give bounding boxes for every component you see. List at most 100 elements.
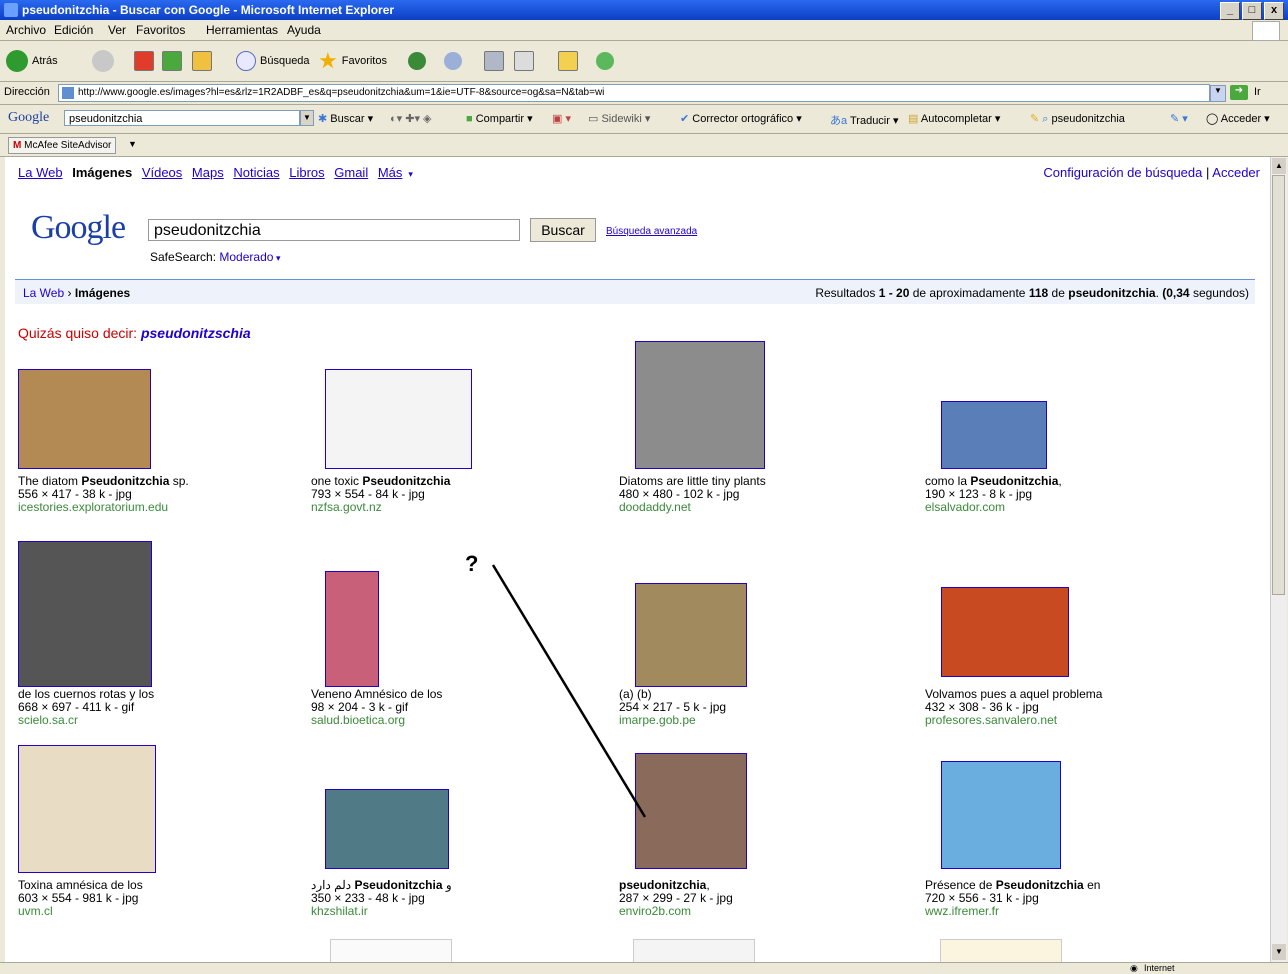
google-toolbar-buscar[interactable]: ✱ Buscar ▾ <box>318 112 373 125</box>
search-button[interactable]: Búsqueda <box>236 49 310 73</box>
edit-button[interactable] <box>514 49 534 73</box>
nav-more[interactable]: Más <box>378 165 403 180</box>
history-button[interactable] <box>408 49 426 73</box>
vertical-scrollbar[interactable]: ▲ ▼ <box>1270 157 1287 962</box>
menu-archivo[interactable]: Archivo <box>6 23 46 37</box>
mcafee-siteadvisor-button[interactable]: M McAfee SiteAdvisor <box>8 137 117 154</box>
address-input[interactable]: http://www.google.es/images?hl=es&rlz=1R… <box>58 84 1210 102</box>
breadcrumb-web[interactable]: La Web <box>23 286 64 300</box>
google-toolbar-search-input[interactable]: pseudonitzchia <box>64 110 300 126</box>
back-button[interactable]: Atrás <box>6 49 58 73</box>
google-toolbar-icons[interactable]: ◐▾ ✚▾ ◈ <box>390 112 431 125</box>
result-thumbnail[interactable] <box>635 341 765 469</box>
nav-videos[interactable]: Vídeos <box>142 165 182 180</box>
maximize-button[interactable]: □ <box>1242 2 1262 20</box>
result-site[interactable]: icestories.exploratorium.edu <box>18 501 189 514</box>
print-button[interactable] <box>484 49 504 73</box>
partial-thumb[interactable] <box>633 939 755 962</box>
result-site[interactable]: scielo.sa.cr <box>18 714 154 727</box>
result-thumbnail[interactable] <box>941 761 1061 869</box>
partial-thumb[interactable] <box>940 939 1062 962</box>
scroll-up-icon[interactable]: ▲ <box>1272 158 1286 174</box>
forward-button[interactable] <box>92 49 114 73</box>
menu-ayuda[interactable]: Ayuda <box>287 23 321 37</box>
advanced-search-link[interactable]: Búsqueda avanzada <box>606 226 697 237</box>
nav-books[interactable]: Libros <box>289 165 324 180</box>
result-site[interactable]: uvm.cl <box>18 905 143 918</box>
stats-query: pseudonitzchia <box>1068 286 1156 300</box>
did-you-mean-link[interactable]: pseudonitzschia <box>141 325 251 341</box>
history-icon <box>408 52 426 70</box>
search-submit-button[interactable]: Buscar <box>530 218 596 242</box>
status-bar: ◉ Internet <box>0 962 1288 974</box>
go-button[interactable]: Ir <box>1254 86 1261 98</box>
spellcheck-button[interactable]: ✔ Corrector ortográfico ▾ <box>680 112 802 125</box>
google-toolbar-logo: Google <box>8 110 50 125</box>
result-site[interactable]: salud.bioetica.org <box>311 714 442 727</box>
menu-ver[interactable]: Ver <box>108 23 126 37</box>
compartir-button[interactable]: ■ Compartir ▾ <box>466 112 533 125</box>
settings-wrench-icon[interactable]: ✎ ▾ <box>1170 112 1188 125</box>
result-title-text: Présence de <box>925 878 996 892</box>
autofill-button[interactable]: ▤ Autocompletar ▾ <box>908 112 1000 125</box>
result-site[interactable]: elsalvador.com <box>925 501 1062 514</box>
result-site[interactable]: khzshilat.ir <box>311 905 452 918</box>
close-button[interactable]: x <box>1264 2 1284 20</box>
result-site[interactable]: enviro2b.com <box>619 905 733 918</box>
bookmarks-icon[interactable]: ▣ ▾ <box>552 112 571 125</box>
minimize-button[interactable]: _ <box>1220 2 1240 20</box>
mail-button[interactable] <box>444 49 462 73</box>
settings-link[interactable]: Configuración de búsqueda <box>1043 165 1202 180</box>
search-input[interactable]: pseudonitzchia <box>148 219 520 241</box>
home-icon <box>192 51 212 71</box>
nav-maps[interactable]: Maps <box>192 165 224 180</box>
scroll-thumb[interactable] <box>1272 175 1285 595</box>
scroll-down-icon[interactable]: ▼ <box>1272 944 1286 960</box>
nav-gmail[interactable]: Gmail <box>334 165 368 180</box>
nav-web[interactable]: La Web <box>18 165 63 180</box>
google-toolbar-buscar-label: Buscar <box>330 113 365 125</box>
result-thumbnail[interactable] <box>325 369 472 469</box>
nav-news[interactable]: Noticias <box>233 165 279 180</box>
result-thumbnail[interactable] <box>941 401 1047 469</box>
menu-favoritos[interactable]: Favoritos <box>136 23 185 37</box>
google-toolbar-dropdown-icon[interactable]: ▼ <box>300 110 314 126</box>
address-dropdown-icon[interactable]: ▼ <box>1210 85 1226 102</box>
refresh-button[interactable] <box>162 49 182 73</box>
translate-button[interactable]: あa Traducir ▾ <box>830 112 899 128</box>
result-title-text: one toxic <box>311 474 363 488</box>
result-site[interactable]: doodaddy.net <box>619 501 766 514</box>
result-thumbnail[interactable] <box>325 789 449 869</box>
result-site[interactable]: imarpe.gob.pe <box>619 714 726 727</box>
go-arrow-icon[interactable]: ➜ <box>1230 85 1248 100</box>
menu-edicion[interactable]: Edición <box>54 23 93 37</box>
result-thumbnail[interactable] <box>325 571 379 687</box>
sidewiki-button[interactable]: ▭ Sidewiki ▾ <box>588 112 650 125</box>
result-thumbnail[interactable] <box>941 587 1069 677</box>
result-site[interactable]: wwz.ifremer.fr <box>925 905 1100 918</box>
safesearch-value[interactable]: Moderado <box>219 250 273 264</box>
result-thumbnail[interactable] <box>635 583 747 687</box>
result-site[interactable]: profesores.sanvalero.net <box>925 714 1102 727</box>
messenger-button[interactable] <box>596 49 614 73</box>
home-button[interactable] <box>192 49 212 73</box>
acceder-toolbar-button[interactable]: ◯ Acceder ▾ <box>1206 112 1270 125</box>
result-site[interactable]: nzfsa.govt.nz <box>311 501 450 514</box>
google-search-icon: ✱ <box>318 113 328 125</box>
result-caption: como la Pseudonitzchia, 190 × 123 - 8 k -… <box>925 475 1062 514</box>
result-thumbnail[interactable] <box>635 753 747 869</box>
favorites-button[interactable]: ★ Favoritos <box>318 48 387 73</box>
result-thumbnail[interactable] <box>18 541 152 687</box>
partial-thumb[interactable] <box>330 939 452 962</box>
compartir-label: Compartir <box>475 113 525 125</box>
menu-herramientas[interactable]: Herramientas <box>206 23 278 37</box>
stop-button[interactable] <box>134 49 154 73</box>
folder-button[interactable] <box>558 49 578 73</box>
signin-link[interactable]: Acceder <box>1212 165 1260 180</box>
result-thumbnail[interactable] <box>18 369 151 469</box>
result-thumbnail[interactable] <box>18 745 156 873</box>
result-caption: Veneno Amnésico de los 98 × 204 - 3 k - g… <box>311 688 442 727</box>
google-logo[interactable]: Google <box>31 209 126 247</box>
query-chip[interactable]: ✎ ⌕ pseudonitzchia <box>1030 112 1125 126</box>
mcafee-dropdown-icon[interactable]: ▼ <box>128 139 137 149</box>
